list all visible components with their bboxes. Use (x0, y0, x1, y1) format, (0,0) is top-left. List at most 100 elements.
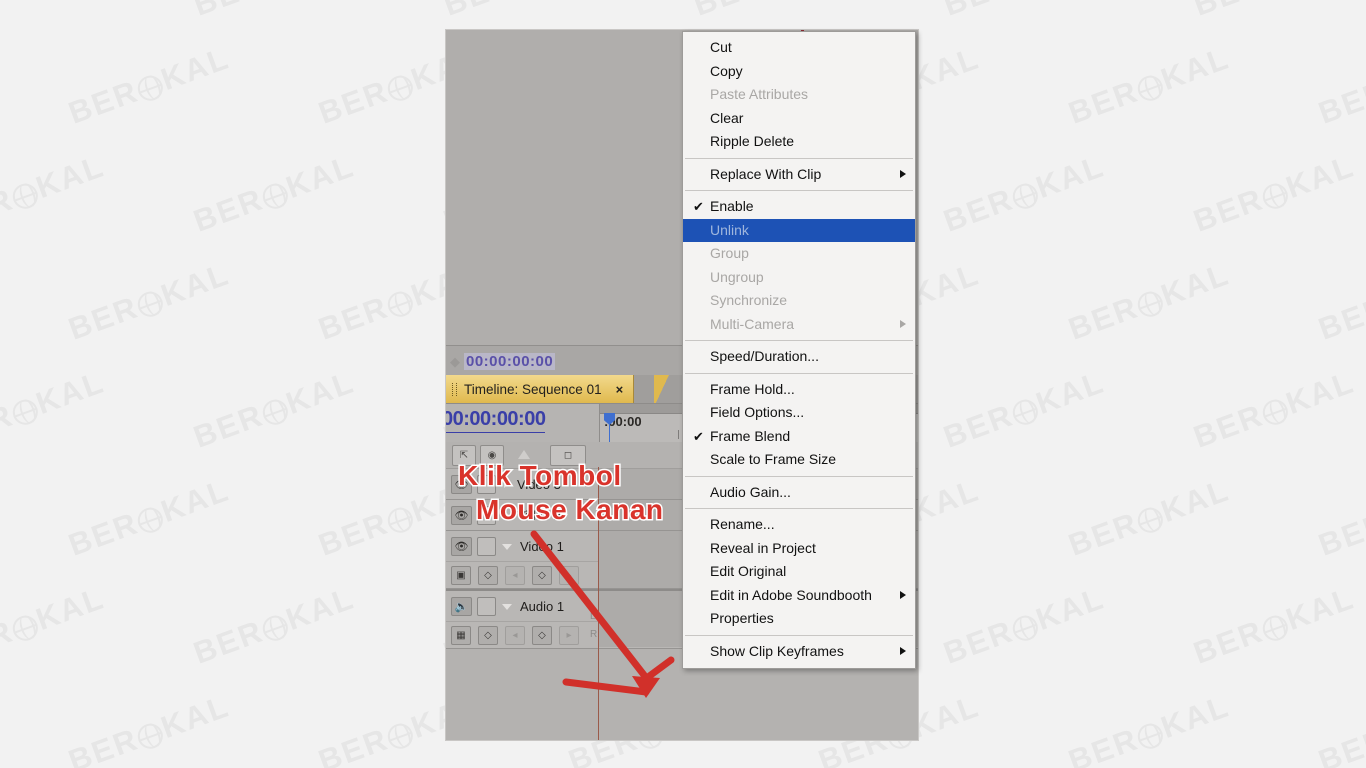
checkmark-icon: ✔ (693, 199, 704, 214)
menu-item-audio-gain[interactable]: Audio Gain... (683, 481, 915, 505)
lock-toggle-button[interactable] (477, 536, 496, 556)
go-to-next-keyframe-icon[interactable]: ▸ (559, 565, 579, 585)
track-header-video-2[interactable]: 👁 Video 2 (446, 500, 599, 530)
set-display-style-icon[interactable]: ▦ (451, 625, 471, 645)
menu-item-properties[interactable]: Properties (683, 607, 915, 631)
menu-item-label: Frame Hold... (710, 380, 795, 397)
menu-item-rename[interactable]: Rename... (683, 513, 915, 537)
add-remove-keyframe-icon[interactable]: ◇ (532, 625, 552, 645)
menu-item-label: Edit in Adobe Soundbooth (710, 586, 872, 603)
watermark-text: BERKAL (689, 0, 859, 24)
track-name-label: Video 1 (520, 538, 564, 554)
globe-icon (1009, 396, 1042, 429)
track-name-label: Audio 1 (520, 598, 565, 614)
menu-item-show-clip-keyframes[interactable]: Show Clip Keyframes (683, 640, 915, 664)
submenu-arrow-icon (900, 170, 906, 179)
go-to-previous-keyframe-icon[interactable]: ◂ (505, 565, 525, 585)
tab-timeline-sequence-01[interactable]: Timeline: Sequence 01 × (446, 375, 635, 403)
menu-item-field-options[interactable]: Field Options... (683, 401, 915, 425)
menu-item-scale-to-frame-size[interactable]: Scale to Frame Size (683, 448, 915, 472)
watermark-text: BERKAL (939, 0, 1109, 24)
clip-edge-divider (598, 467, 599, 740)
menu-item-label: Enable (710, 198, 754, 214)
track-header-audio-1[interactable]: 🔈 Audio 1 ▦ ◇ ◂ ◇ ▸ (446, 591, 599, 648)
watermark-text: BERKAL (938, 580, 1109, 671)
chevron-right-icon[interactable] (504, 480, 509, 488)
watermark-text: BERKAL (1189, 0, 1359, 24)
globe-icon (134, 72, 167, 105)
eye-icon[interactable]: 👁 (451, 536, 472, 556)
watermark-text: BERKAL (0, 364, 109, 455)
watermark-text: BERKAL (1188, 580, 1359, 671)
show-keyframes-icon[interactable]: ◇ (478, 565, 498, 585)
menu-item-clear[interactable]: Clear (683, 107, 915, 131)
globe-icon (1259, 396, 1292, 429)
tab-grip-icon[interactable] (452, 382, 457, 396)
globe-icon (1259, 612, 1292, 645)
menu-separator (685, 372, 913, 374)
menu-item-frame-hold[interactable]: Frame Hold... (683, 378, 915, 402)
track-name-label: Video 3 (517, 476, 561, 492)
menu-item-frame-blend[interactable]: ✔ Frame Blend (683, 425, 915, 449)
playhead-icon[interactable] (604, 413, 615, 442)
menu-item-enable[interactable]: ✔ Enable (683, 195, 915, 219)
show-keyframes-icon[interactable]: ◇ (478, 625, 498, 645)
speaker-icon[interactable]: 🔈 (451, 596, 472, 616)
watermark-text: BERKAL (1313, 73, 1366, 131)
set-display-style-icon[interactable]: ▣ (451, 565, 471, 585)
globe-icon (134, 720, 167, 753)
clip-context-menu[interactable]: Cut Copy Paste Attributes Clear Ripple Delet… (682, 31, 916, 669)
eye-icon[interactable]: 👁 (451, 505, 472, 525)
chevron-down-icon[interactable] (502, 544, 512, 550)
globe-icon (259, 180, 292, 213)
chevron-down-icon[interactable] (502, 604, 512, 610)
menu-item-ripple-delete[interactable]: Ripple Delete (683, 130, 915, 154)
lock-toggle-button[interactable] (477, 596, 496, 616)
set-marker-button[interactable]: ◉ (480, 445, 504, 466)
menu-separator (685, 157, 913, 159)
menu-item-replace-with-clip[interactable]: Replace With Clip (683, 163, 915, 187)
watermark-text: BERKAL (189, 0, 359, 24)
tab-corner-decoration (654, 375, 672, 403)
menu-item-reveal-in-project[interactable]: Reveal in Project (683, 537, 915, 561)
menu-item-edit-in-adobe-soundbooth[interactable]: Edit in Adobe Soundbooth (683, 584, 915, 608)
menu-item-label: Audio Gain... (710, 483, 791, 500)
lock-toggle-button[interactable] (477, 474, 496, 494)
menu-item-unlink[interactable]: Unlink (683, 218, 915, 242)
menu-item-paste-attributes: Paste Attributes (683, 83, 915, 107)
menu-item-label: Paste Attributes (710, 86, 809, 102)
menu-separator (685, 634, 913, 636)
go-to-previous-keyframe-icon[interactable]: ◂ (505, 625, 525, 645)
globe-icon (384, 288, 417, 321)
menu-item-copy[interactable]: Copy (683, 60, 915, 84)
timeline-current-timecode[interactable]: 00:00:00:00 (446, 408, 546, 433)
go-to-next-keyframe-icon[interactable]: ▸ (559, 625, 579, 645)
menu-item-label: Ungroup (710, 268, 764, 285)
watermark-text: BERKAL (63, 688, 234, 768)
track-header-video-1[interactable]: 👁 Video 1 ▣ ◇ ◂ ◇ ▸ (446, 531, 599, 588)
add-remove-keyframe-icon[interactable]: ◇ (532, 565, 552, 585)
close-icon[interactable]: × (616, 382, 624, 397)
chevron-right-icon[interactable] (504, 511, 509, 519)
watermark-text: BERKAL (1063, 256, 1234, 347)
set-in-out-button[interactable]: ◻ (550, 445, 586, 466)
menu-item-label: Field Options... (710, 404, 805, 420)
menu-item-edit-original[interactable]: Edit Original (683, 560, 915, 584)
menu-item-synchronize: Synchronize (683, 289, 915, 313)
eye-icon[interactable]: 👁 (451, 474, 472, 494)
submenu-arrow-icon (900, 591, 906, 600)
globe-icon (384, 72, 417, 105)
globe-icon (1009, 612, 1042, 645)
lock-toggle-button[interactable] (477, 505, 496, 525)
menu-item-cut[interactable]: Cut (683, 36, 915, 60)
snap-toggle-button[interactable]: ⇱ (452, 445, 476, 466)
track-header-video-3[interactable]: 👁 Video 3 (446, 469, 599, 499)
menu-item-speed-duration[interactable]: Speed/Duration... (683, 345, 915, 369)
menu-item-label: Rename... (710, 516, 775, 532)
watermark-text: BERKAL (938, 148, 1109, 239)
monitor-timecode[interactable]: 00:00:00:00 (464, 352, 556, 370)
menu-item-label: Multi-Camera (710, 315, 795, 332)
menu-item-multi-camera: Multi-Camera (683, 313, 915, 337)
globe-icon (9, 612, 42, 645)
watermark-text: BERKAL (63, 256, 234, 347)
